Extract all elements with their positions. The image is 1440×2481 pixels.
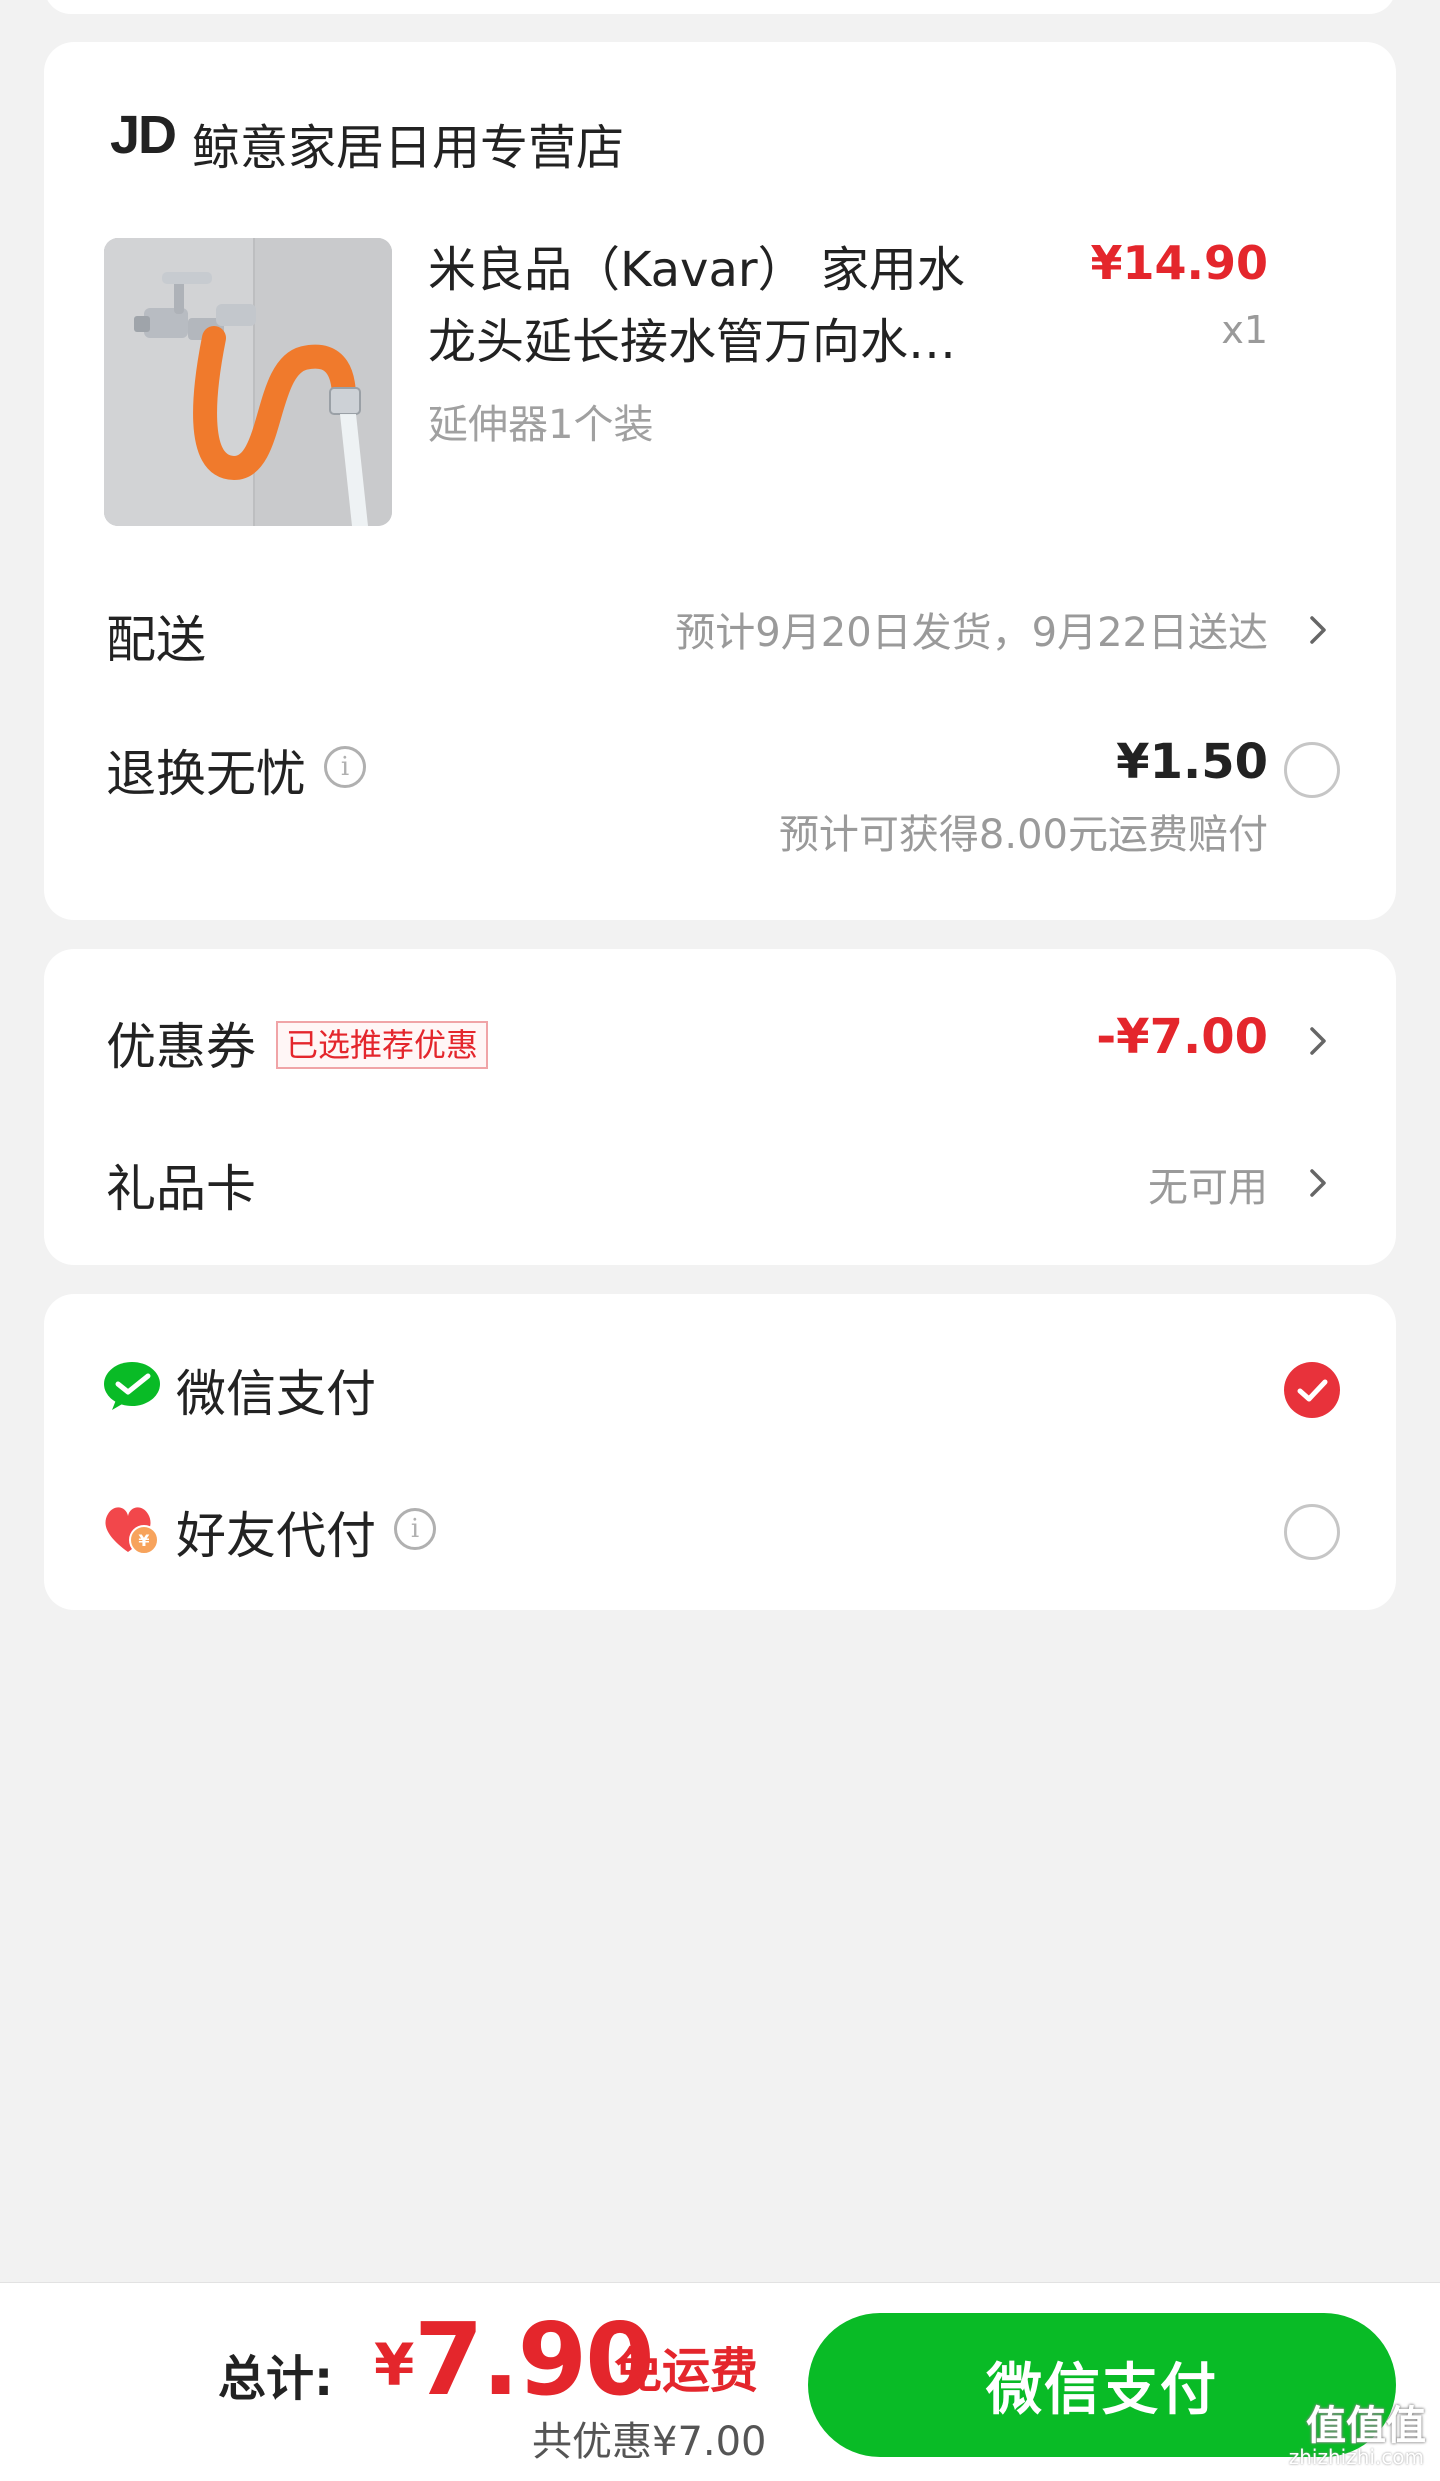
- faucet-extender-photo: [104, 238, 392, 526]
- return-worry-free-price: ¥1.50: [1116, 734, 1268, 790]
- coupon-recommended-tag: 已选推荐优惠: [276, 1021, 489, 1069]
- gift-card-label: 礼品卡: [106, 1160, 256, 1218]
- product-title[interactable]: 米良品（Kavar） 家用水龙头延长接水管万向水…: [428, 234, 1008, 378]
- total-label: 总计:: [218, 2351, 334, 2407]
- coupon-row[interactable]: 优惠券 已选推荐优惠 -¥7.00: [44, 989, 1396, 1099]
- friend-pay-heart-icon: ¥: [105, 1507, 159, 1555]
- product-image[interactable]: [104, 238, 392, 526]
- svg-text:¥: ¥: [138, 1531, 149, 1550]
- delivery-label: 配送: [106, 611, 206, 669]
- wechat-pay-icon: [104, 1362, 160, 1410]
- chevron-right-icon: [1310, 1169, 1326, 1197]
- payment-option-friend[interactable]: ¥ 好友代付 i: [44, 1476, 1396, 1586]
- free-shipping-label: 免运费: [614, 2343, 759, 2399]
- return-worry-free-label: 退换无忧: [106, 745, 306, 803]
- delivery-row[interactable]: 配送 预计9月20日发货，9月22日送达: [44, 582, 1396, 682]
- checkout-bar: 总计: ¥ 7.90 免运费 共优惠¥7.00 微信支付 值值值 zhizhiz…: [0, 2282, 1440, 2481]
- return-worry-free-note: 预计可获得8.00元运费赔付: [778, 812, 1268, 858]
- watermark-url: zhizhizhi.com: [1288, 2445, 1424, 2469]
- product-spec: 延伸器1个装: [428, 402, 654, 448]
- payment-label: 微信支付: [176, 1365, 376, 1423]
- store-name[interactable]: 鲸意家居日用专营店: [192, 108, 624, 178]
- discount-summary[interactable]: 共优惠¥7.00: [532, 2409, 767, 2467]
- check-icon: [1297, 1379, 1328, 1402]
- payment-label: 好友代付: [176, 1507, 376, 1565]
- payment-friend-radio[interactable]: [1284, 1504, 1340, 1560]
- delivery-estimate: 预计9月20日发货，9月22日送达: [675, 610, 1268, 656]
- product-price: ¥14.90: [1090, 236, 1268, 290]
- payment-selected-check[interactable]: [1284, 1362, 1340, 1418]
- chevron-right-icon: [1310, 616, 1326, 644]
- previous-card-edge: [44, 0, 1396, 14]
- coupon-discount-value: -¥7.00: [1096, 1009, 1268, 1065]
- coupon-label: 优惠券: [106, 1018, 256, 1076]
- gift-card-value: 无可用: [1148, 1165, 1268, 1211]
- watermark-logo: 值值值: [1306, 2403, 1426, 2449]
- chevron-right-icon: [1310, 1027, 1326, 1055]
- jd-logo: JD: [110, 105, 177, 165]
- payment-method-card: 微信支付 ¥ 好友代付 i: [44, 1294, 1396, 1610]
- gift-card-row[interactable]: 礼品卡 无可用: [44, 1129, 1396, 1239]
- total-currency: ¥: [374, 2331, 415, 2399]
- info-icon[interactable]: i: [324, 746, 366, 788]
- return-worry-free-radio[interactable]: [1284, 742, 1340, 798]
- info-icon[interactable]: i: [394, 1508, 436, 1550]
- payment-option-wechat[interactable]: 微信支付: [44, 1334, 1396, 1444]
- discount-card: 优惠券 已选推荐优惠 -¥7.00 礼品卡 无可用: [44, 949, 1396, 1265]
- store-order-card: JD 鲸意家居日用专营店 米良品（Kavar） 家用水龙头延长接水管万向水… 延…: [44, 42, 1396, 920]
- product-quantity: x1: [1221, 308, 1268, 352]
